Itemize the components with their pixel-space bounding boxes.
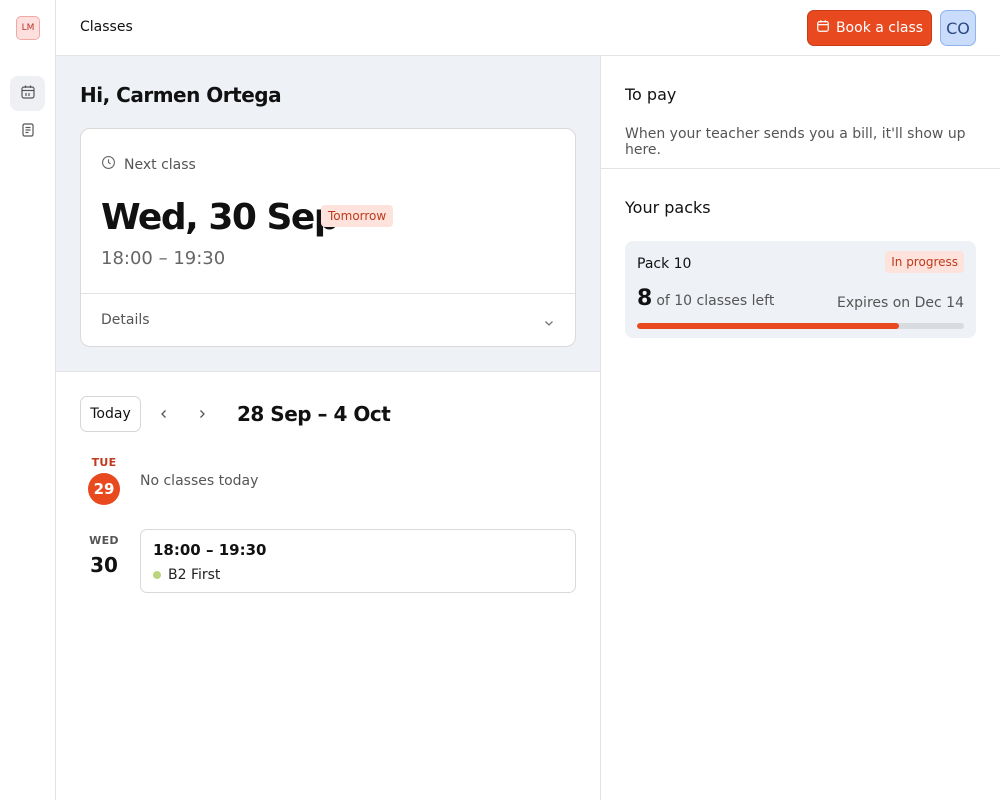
- next-class-label: Next class: [124, 156, 196, 173]
- tomorrow-badge: Tomorrow: [321, 205, 394, 227]
- chevron-down-icon: [543, 314, 555, 333]
- details-toggle[interactable]: Details: [81, 294, 575, 346]
- calendar-icon: [816, 19, 830, 37]
- clock-icon: [101, 155, 116, 174]
- left-rail: LM: [0, 0, 56, 800]
- packs-title: Your packs: [625, 198, 711, 217]
- pack-progress-fill: [637, 323, 899, 329]
- class-card[interactable]: 18:00 – 19:30 B2 First: [140, 529, 576, 593]
- hero-section: Hi, Carmen Ortega Next class Wed, 30 Sep…: [56, 56, 600, 372]
- classes-left-count: 8: [637, 286, 653, 311]
- pack-name: Pack 10: [637, 256, 692, 272]
- to-pay-title: To pay: [625, 85, 677, 104]
- top-header: Classes Book a class CO: [56, 0, 1000, 56]
- week-navigation: Today 28 Sep – 4 Oct: [80, 396, 391, 432]
- next-class-time: 18:00 – 19:30: [101, 248, 226, 269]
- chevron-right-icon: [196, 405, 208, 424]
- week-range: 28 Sep – 4 Oct: [237, 402, 391, 426]
- pack-card[interactable]: Pack 10 In progress 8 of 10 classes left…: [625, 241, 976, 338]
- to-pay-section: To pay When your teacher sends you a bil…: [601, 56, 1000, 169]
- classes-left-text: of 10 classes left: [656, 293, 775, 309]
- class-name: B2 First: [168, 567, 221, 583]
- day-number: 30: [90, 553, 118, 577]
- class-time: 18:00 – 19:30: [153, 541, 267, 559]
- sidebar-item-calendar[interactable]: [10, 76, 45, 111]
- sidebar-item-bills[interactable]: [10, 114, 45, 149]
- user-avatar[interactable]: CO: [940, 10, 976, 46]
- main-column: Hi, Carmen Ortega Next class Wed, 30 Sep…: [56, 56, 601, 800]
- book-class-button[interactable]: Book a class: [807, 10, 932, 46]
- day-number-today: 29: [88, 473, 120, 505]
- day-of-week: WED: [89, 534, 119, 547]
- app-logo[interactable]: LM: [16, 16, 40, 40]
- pack-progress-bar: [637, 323, 964, 329]
- day-header: WED 30: [80, 534, 128, 577]
- class-name-row: B2 First: [153, 567, 220, 583]
- pack-expires: Expires on Dec 14: [837, 295, 964, 311]
- side-column: To pay When your teacher sends you a bil…: [601, 56, 1000, 800]
- next-week-button[interactable]: [187, 399, 217, 429]
- pack-count: 8 of 10 classes left: [637, 286, 774, 311]
- calendar-icon: [20, 84, 36, 104]
- today-button[interactable]: Today: [80, 396, 141, 432]
- receipt-icon: [20, 122, 36, 142]
- page-title: Classes: [80, 19, 133, 35]
- book-class-label: Book a class: [835, 20, 924, 36]
- class-color-dot: [153, 571, 161, 579]
- chevron-left-icon: [158, 405, 170, 424]
- details-label: Details: [101, 312, 150, 328]
- next-class-card: Next class Wed, 30 Sep Tomorrow 18:00 – …: [80, 128, 576, 347]
- greeting: Hi, Carmen Ortega: [80, 83, 282, 107]
- next-class-date: Wed, 30 Sep: [101, 197, 340, 238]
- no-classes-text: No classes today: [140, 473, 259, 489]
- next-class-label-row: Next class: [101, 155, 196, 174]
- day-of-week: TUE: [91, 456, 117, 469]
- previous-week-button[interactable]: [149, 399, 179, 429]
- status-badge: In progress: [885, 251, 964, 273]
- to-pay-empty-text: When your teacher sends you a bill, it'l…: [625, 126, 966, 158]
- day-header: TUE 29: [80, 456, 128, 505]
